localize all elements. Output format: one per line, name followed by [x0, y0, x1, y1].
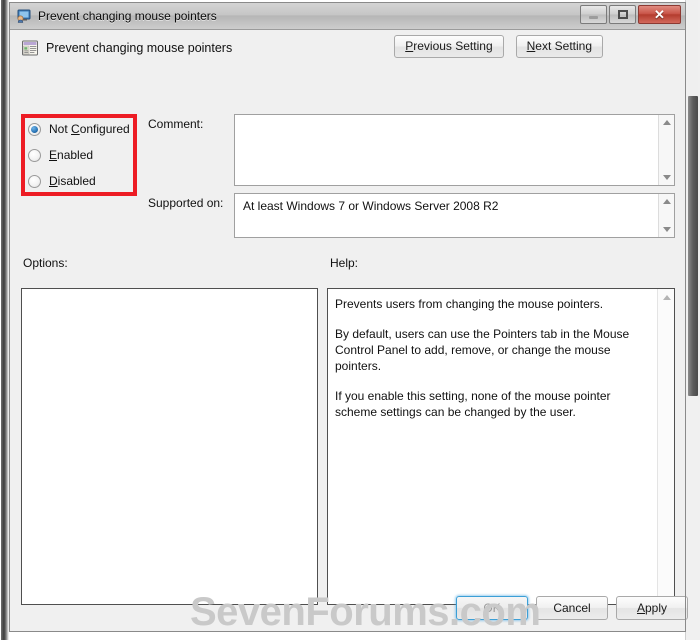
apply-accel: A	[636, 601, 645, 615]
radio-disabled-indicator[interactable]	[28, 174, 41, 188]
page-left-edge-strip	[0, 0, 9, 640]
help-panel[interactable]: Prevents users from changing the mouse p…	[327, 288, 675, 605]
cancel-button[interactable]: Cancel	[536, 596, 608, 620]
radio-en-post: nabled	[57, 148, 94, 162]
help-text-content: Prevents users from changing the mouse p…	[328, 289, 644, 420]
radio-nc-post: onfigured	[79, 122, 130, 136]
options-label: Options:	[23, 256, 68, 270]
supported-on-field[interactable]: At least Windows 7 or Windows Server 200…	[234, 193, 675, 238]
apply-button[interactable]: Apply	[616, 596, 688, 620]
radio-option-enabled[interactable]: Enabled	[28, 142, 132, 168]
comment-textarea[interactable]	[234, 114, 675, 186]
supported-on-scrollbar[interactable]	[658, 194, 674, 237]
close-button[interactable]: ✕	[638, 5, 681, 24]
radio-nc-accel: C	[71, 122, 80, 136]
next-setting-accel: N	[526, 39, 536, 53]
radio-option-disabled[interactable]: Disabled	[28, 168, 132, 194]
minimize-icon	[589, 16, 598, 19]
dialog-footer: OK Cancel Apply	[10, 584, 688, 631]
page-title: Prevent changing mouse pointers	[46, 41, 233, 55]
radio-disabled-label: Disabled	[49, 174, 96, 188]
radio-not-configured-indicator[interactable]	[28, 122, 41, 136]
window-titlebar[interactable]: Prevent changing mouse pointers ✕	[10, 3, 685, 30]
radio-nc-pre: Not	[49, 122, 72, 136]
options-panel[interactable]	[21, 288, 318, 605]
page-root: Prevent changing mouse pointers ✕ Preven…	[0, 0, 700, 640]
scroll-up-icon[interactable]	[663, 120, 671, 125]
previous-setting-label: revious Setting	[413, 39, 493, 53]
window-client-area: Prevent changing mouse pointers Previous…	[10, 30, 688, 634]
page-scrollbar-thumb[interactable]	[688, 96, 698, 396]
help-paragraph: Prevents users from changing the mouse p…	[335, 297, 604, 311]
next-setting-label: ext Setting	[535, 39, 592, 53]
page-scrollbar-track[interactable]	[688, 0, 698, 96]
radio-option-not-configured[interactable]: Not Configured	[28, 116, 132, 142]
policy-setting-window: Prevent changing mouse pointers ✕ Preven…	[9, 2, 688, 634]
scroll-up-icon[interactable]	[663, 295, 671, 300]
next-setting-button[interactable]: Next Setting	[515, 35, 603, 58]
setting-header-row: Prevent changing mouse pointers Previous…	[10, 30, 685, 76]
radio-en-accel: E	[49, 148, 58, 162]
apply-label: pply	[645, 601, 668, 615]
radio-dis-accel: D	[49, 174, 58, 188]
radio-not-configured-label: Not Configured	[49, 122, 130, 136]
policy-setting-icon	[21, 39, 39, 57]
ok-button[interactable]: OK	[456, 596, 528, 620]
maximize-button[interactable]	[609, 5, 636, 24]
help-paragraph: If you enable this setting, none of the …	[335, 389, 611, 419]
close-icon: ✕	[654, 7, 665, 22]
setting-navigation: Previous Setting Next Setting	[394, 35, 603, 58]
help-paragraph: By default, users can use the Pointers t…	[335, 327, 630, 373]
minimize-button[interactable]	[580, 5, 607, 24]
help-label: Help:	[330, 256, 359, 270]
scroll-up-icon[interactable]	[663, 199, 671, 204]
scroll-down-icon[interactable]	[663, 175, 671, 180]
supported-on-value: At least Windows 7 or Windows Server 200…	[243, 199, 499, 213]
radio-enabled-indicator[interactable]	[28, 148, 41, 162]
scroll-down-icon[interactable]	[663, 227, 671, 232]
supported-on-label: Supported on:	[148, 196, 224, 210]
window-title: Prevent changing mouse pointers	[38, 9, 217, 23]
window-controls: ✕	[580, 5, 681, 24]
help-scrollbar[interactable]	[657, 289, 674, 604]
window-icon	[16, 8, 32, 24]
radio-dis-post: isabled	[57, 174, 96, 188]
comment-scrollbar[interactable]	[658, 115, 674, 185]
previous-setting-button[interactable]: Previous Setting	[394, 35, 504, 58]
page-vertical-scrollbar[interactable]	[685, 0, 700, 640]
radio-enabled-label: Enabled	[49, 148, 93, 162]
maximize-icon	[617, 10, 628, 19]
policy-state-radio-group: Not Configured Enabled Disabled	[28, 116, 132, 194]
comment-label: Comment:	[148, 117, 204, 131]
